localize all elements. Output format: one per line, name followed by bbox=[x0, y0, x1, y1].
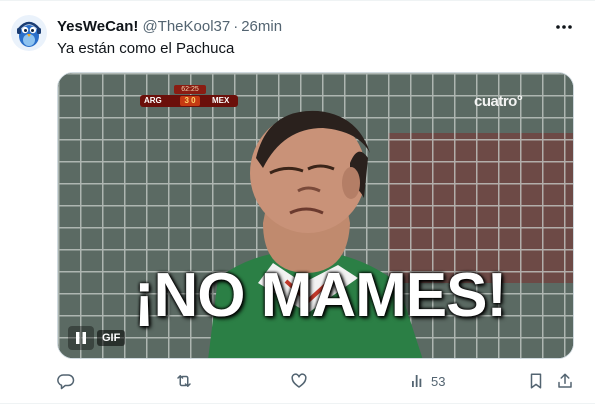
scoreboard-away-team: MEX bbox=[212, 96, 230, 105]
analytics-icon bbox=[412, 375, 422, 387]
scoreboard-clock: 62:25 bbox=[174, 85, 206, 94]
action-bar: 53 bbox=[57, 369, 577, 393]
display-name[interactable]: YesWeCan! bbox=[57, 18, 138, 35]
bookmark-icon bbox=[530, 373, 542, 389]
gif-caption: ¡NO MAMES! bbox=[133, 261, 507, 330]
scoreboard-score: 3 0 bbox=[180, 96, 200, 106]
reply-button[interactable] bbox=[57, 369, 75, 393]
reply-icon bbox=[57, 374, 75, 390]
scoreboard-overlay: 62:25 ARG 3 0 MEX bbox=[140, 85, 238, 107]
heart-icon bbox=[291, 373, 307, 388]
gif-badge: GIF bbox=[97, 330, 126, 346]
retweet-button[interactable] bbox=[174, 369, 194, 393]
retweet-icon bbox=[177, 375, 191, 387]
user-handle[interactable]: @TheKool37 bbox=[142, 18, 230, 35]
more-options-button[interactable] bbox=[551, 16, 577, 38]
views-button[interactable]: 53 bbox=[409, 369, 445, 393]
separator-dot: · bbox=[233, 17, 239, 35]
scoreboard-home-team: ARG bbox=[144, 96, 162, 105]
tweet-header: YesWeCan! @TheKool37 · 26min bbox=[57, 16, 282, 36]
tweet-timestamp[interactable]: 26min bbox=[241, 18, 282, 35]
like-button[interactable] bbox=[290, 369, 308, 393]
pause-icon bbox=[76, 332, 86, 344]
avatar[interactable] bbox=[11, 15, 47, 51]
tweet-text: Ya están como el Pachuca bbox=[57, 40, 235, 57]
pause-button[interactable] bbox=[68, 326, 94, 350]
bookmark-button[interactable] bbox=[527, 369, 545, 393]
tweet-card[interactable]: YesWeCan! @TheKool37 · 26min Ya están co… bbox=[0, 0, 595, 404]
share-icon bbox=[558, 373, 572, 388]
gif-media[interactable]: 62:25 ARG 3 0 MEX cuatro° ¡NO MAMES! GIF bbox=[57, 72, 574, 359]
share-button[interactable] bbox=[556, 369, 574, 393]
channel-logo: cuatro° bbox=[474, 93, 523, 110]
more-icon bbox=[556, 25, 572, 29]
views-count: 53 bbox=[431, 373, 446, 389]
